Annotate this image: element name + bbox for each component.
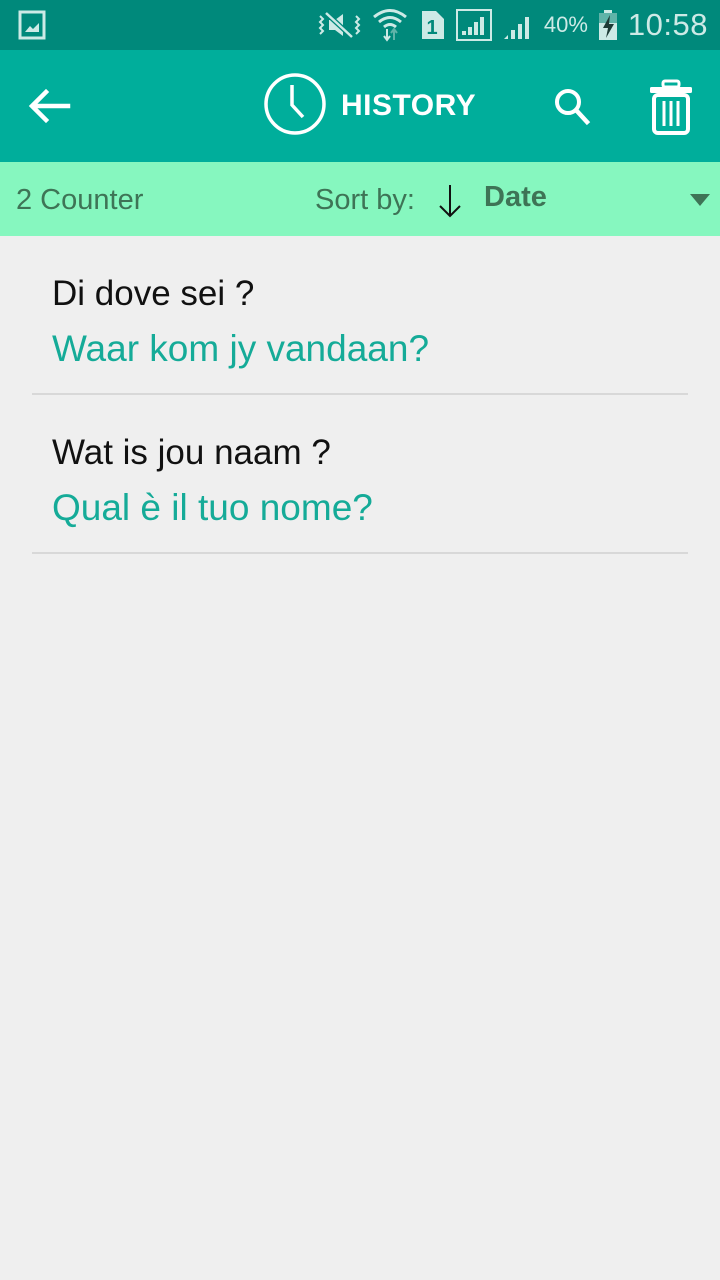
- signal-icon: [455, 9, 492, 41]
- status-bar: 1 40% 10:58: [0, 0, 720, 50]
- gallery-notification-icon: [18, 10, 46, 45]
- svg-text:1: 1: [426, 17, 437, 39]
- vibrate-mute-icon: [316, 10, 362, 40]
- wifi-icon: [372, 7, 408, 43]
- sort-select[interactable]: Date: [484, 181, 547, 214]
- delete-all-button[interactable]: [644, 78, 698, 136]
- sort-label: Sort by:: [315, 184, 415, 216]
- clock-time: 10:58: [627, 7, 708, 42]
- arrow-down-icon: [439, 185, 461, 218]
- list-item[interactable]: Di dove sei ? Waar kom jy vandaan?: [32, 236, 688, 395]
- clock-icon: [263, 72, 327, 141]
- source-text: Di dove sei ?: [52, 274, 255, 313]
- history-counter: 2 Counter: [16, 184, 144, 216]
- history-list: Di dove sei ? Waar kom jy vandaan? Wat i…: [0, 236, 720, 554]
- battery-charging-icon: [598, 9, 618, 41]
- translation-text: Waar kom jy vandaan?: [52, 328, 430, 369]
- translation-text: Qual è il tuo nome?: [52, 487, 373, 528]
- chevron-down-icon[interactable]: [690, 193, 710, 211]
- list-item[interactable]: Wat is jou naam ? Qual è il tuo nome?: [32, 395, 688, 554]
- search-icon: [555, 89, 591, 126]
- back-arrow-icon: [28, 88, 71, 124]
- sort-direction-toggle[interactable]: [436, 182, 464, 220]
- search-button[interactable]: [548, 83, 596, 131]
- trash-icon: [650, 79, 692, 135]
- app-bar: HISTORY: [0, 50, 720, 162]
- title-group: HISTORY: [263, 72, 477, 141]
- battery-percent: 40%: [543, 12, 588, 37]
- back-button[interactable]: [24, 82, 74, 132]
- page-title: HISTORY: [341, 89, 477, 122]
- signal-icon: [502, 9, 534, 41]
- sort-bar: 2 Counter Sort by: Date: [0, 162, 720, 236]
- source-text: Wat is jou naam ?: [52, 433, 331, 472]
- sim-1-icon: 1: [418, 9, 446, 41]
